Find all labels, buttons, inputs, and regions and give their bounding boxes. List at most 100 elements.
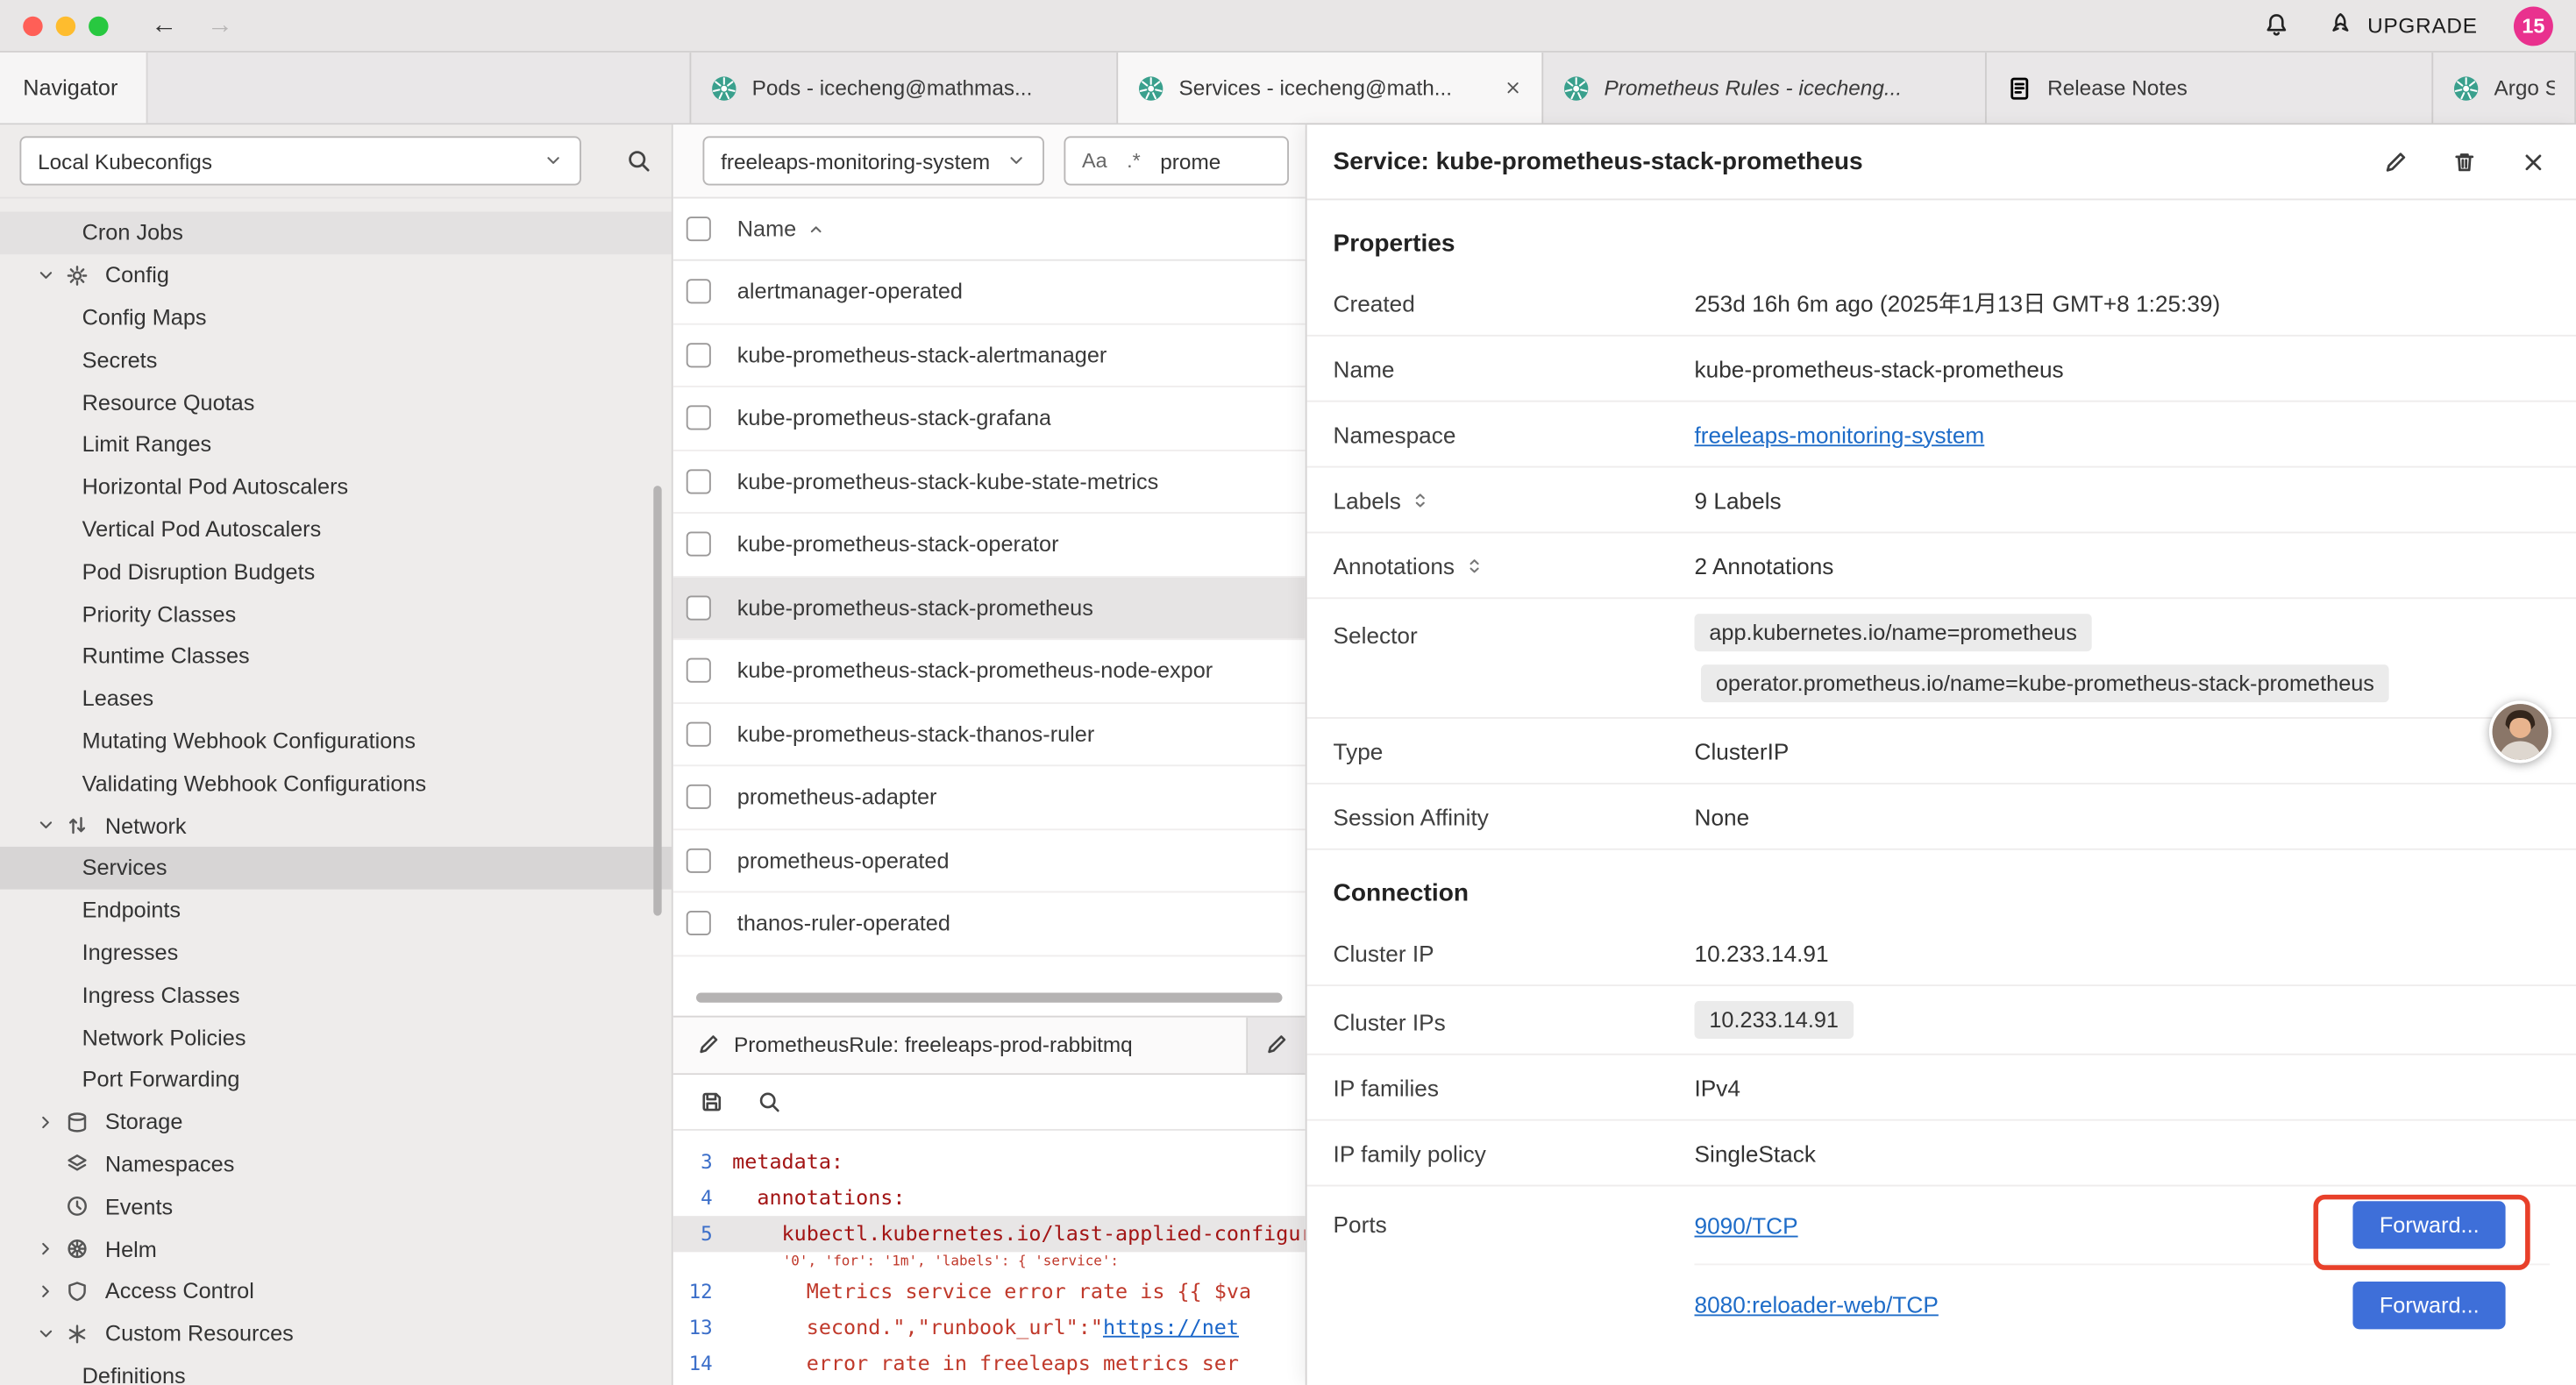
sidebar-item-leases[interactable]: Leases — [0, 678, 672, 720]
row-checkbox[interactable] — [687, 848, 711, 872]
select-all-checkbox[interactable] — [687, 217, 711, 241]
sidebar-item-ingresses[interactable]: Ingresses — [0, 931, 672, 973]
row-checkbox[interactable] — [687, 721, 711, 746]
editor-tab-partial[interactable] — [1248, 1017, 1306, 1073]
sidebar-item-vertical-pod-autoscalers[interactable]: Vertical Pod Autoscalers — [0, 508, 672, 550]
sidebar-item-helm[interactable]: Helm — [0, 1227, 672, 1269]
delete-trash-icon[interactable] — [2451, 148, 2478, 174]
match-case-toggle[interactable]: Aa — [1082, 149, 1107, 172]
table-row[interactable]: thanos-ruler-operated — [673, 892, 1306, 955]
sidebar-item-validating-webhook-configurations[interactable]: Validating Webhook Configurations — [0, 762, 672, 804]
sidebar-item-endpoints[interactable]: Endpoints — [0, 889, 672, 931]
forward-button[interactable]: → — [207, 12, 233, 39]
tab-prometheus-rules-icecheng[interactable]: Prometheus Rules - icecheng... — [1543, 53, 1987, 123]
row-checkbox[interactable] — [687, 532, 711, 557]
table-row[interactable]: kube-prometheus-stack-prometheus-node-ex… — [673, 640, 1306, 703]
navigator-panel-tab[interactable]: Navigator — [0, 53, 148, 123]
sidebar-item-ingress-classes[interactable]: Ingress Classes — [0, 974, 672, 1016]
sidebar-item-network-policies[interactable]: Network Policies — [0, 1016, 672, 1058]
port-link[interactable]: 9090/TCP — [1695, 1211, 1798, 1238]
row-checkbox[interactable] — [687, 595, 711, 620]
table-row[interactable]: alertmanager-operated — [673, 261, 1306, 324]
table-row[interactable]: kube-prometheus-stack-kube-state-metrics — [673, 451, 1306, 514]
section-heading: Connection — [1307, 850, 2576, 920]
service-search-input[interactable]: Aa .* prome — [1064, 136, 1289, 185]
row-checkbox[interactable] — [687, 280, 711, 304]
edit-pencil-icon[interactable] — [2382, 148, 2409, 174]
sidebar-item-pod-disruption-budgets[interactable]: Pod Disruption Budgets — [0, 550, 672, 593]
tab-release-notes[interactable]: Release Notes — [1987, 53, 2433, 123]
chevron-right-icon[interactable] — [36, 1282, 66, 1301]
close-tab-icon[interactable] — [1504, 79, 1522, 97]
notifications-bell-icon[interactable] — [2262, 11, 2290, 39]
forward-button[interactable]: Forward... — [2353, 1281, 2506, 1328]
sort-updown-icon[interactable] — [1464, 556, 1484, 575]
sidebar-scrollbar[interactable] — [653, 486, 661, 915]
regex-toggle[interactable]: .* — [1127, 149, 1141, 172]
table-row[interactable]: kube-prometheus-stack-prometheus — [673, 577, 1306, 640]
row-checkbox[interactable] — [687, 469, 711, 494]
tab-argo-se[interactable]: Argo Se — [2433, 53, 2576, 123]
sidebar-item-config-maps[interactable]: Config Maps — [0, 296, 672, 338]
sidebar-item-storage[interactable]: Storage — [0, 1101, 672, 1143]
sidebar-item-port-forwarding[interactable]: Port Forwarding — [0, 1058, 672, 1100]
sidebar-item-access-control[interactable]: Access Control — [0, 1270, 672, 1312]
sidebar-item-services[interactable]: Services — [0, 847, 672, 889]
sidebar-item-horizontal-pod-autoscalers[interactable]: Horizontal Pod Autoscalers — [0, 465, 672, 508]
row-checkbox[interactable] — [687, 911, 711, 935]
close-drawer-icon[interactable] — [2520, 148, 2546, 174]
table-row[interactable]: prometheus-adapter — [673, 766, 1306, 829]
table-row[interactable]: kube-prometheus-stack-thanos-ruler — [673, 703, 1306, 766]
horizontal-scrollbar[interactable] — [696, 992, 1283, 1002]
sidebar-item-mutating-webhook-configurations[interactable]: Mutating Webhook Configurations — [0, 720, 672, 762]
chevron-down-icon[interactable] — [36, 815, 66, 835]
sidebar-item-namespaces[interactable]: Namespaces — [0, 1143, 672, 1185]
back-button[interactable]: ← — [151, 12, 177, 39]
sidebar-item-config[interactable]: Config — [0, 254, 672, 296]
sidebar-item-limit-ranges[interactable]: Limit Ranges — [0, 423, 672, 465]
sidebar-item-definitions[interactable]: Definitions — [0, 1354, 672, 1385]
detail-value: app.kubernetes.io/name=prometheusoperato… — [1695, 614, 2576, 702]
tab-pods-icecheng-mathmas[interactable]: Pods - icecheng@mathmas... — [689, 53, 1118, 123]
sidebar-item-network[interactable]: Network — [0, 805, 672, 847]
row-checkbox[interactable] — [687, 785, 711, 809]
yaml-editor[interactable]: 3metadata:4 annotations:5 kubectl.kubern… — [673, 1130, 1306, 1385]
row-checkbox[interactable] — [687, 658, 711, 683]
sort-updown-icon[interactable] — [1411, 490, 1430, 509]
zoom-window-button[interactable] — [89, 16, 108, 35]
row-checkbox[interactable] — [687, 343, 711, 367]
editor-tab-prometheusrule[interactable]: PrometheusRule: freeleaps-prod-rabbitmq — [673, 1017, 1248, 1073]
sidebar-search-icon[interactable] — [625, 147, 651, 174]
sidebar-item-custom-resources[interactable]: Custom Resources — [0, 1312, 672, 1354]
minimize-window-button[interactable] — [56, 16, 75, 35]
forward-button[interactable]: Forward... — [2353, 1201, 2506, 1248]
close-window-button[interactable] — [23, 16, 42, 35]
sidebar-item-secrets[interactable]: Secrets — [0, 338, 672, 380]
name-column-header[interactable]: Name — [737, 217, 826, 241]
table-row[interactable]: prometheus-operated — [673, 829, 1306, 892]
table-row[interactable]: kube-prometheus-stack-alertmanager — [673, 324, 1306, 387]
sidebar-item-priority-classes[interactable]: Priority Classes — [0, 593, 672, 635]
sidebar-item-events[interactable]: Events — [0, 1185, 672, 1227]
sidebar-item-runtime-classes[interactable]: Runtime Classes — [0, 635, 672, 677]
chevron-right-icon[interactable] — [36, 1112, 66, 1132]
table-row[interactable]: kube-prometheus-stack-grafana — [673, 387, 1306, 451]
port-link[interactable]: 8080:reloader-web/TCP — [1695, 1291, 1939, 1318]
chevron-down-icon[interactable] — [36, 1324, 66, 1343]
detail-value: 9 Labels — [1695, 487, 2576, 513]
namespace-selector[interactable]: freeleaps-monitoring-system — [702, 136, 1044, 185]
chevron-right-icon[interactable] — [36, 1239, 66, 1258]
kubeconfig-selector[interactable]: Local Kubeconfigs — [19, 136, 580, 185]
upgrade-button[interactable]: UPGRADE — [2326, 11, 2477, 39]
namespace-link[interactable]: freeleaps-monitoring-system — [1695, 421, 1985, 447]
row-checkbox[interactable] — [687, 406, 711, 430]
chevron-down-icon[interactable] — [36, 266, 66, 285]
tab-services-icecheng-math[interactable]: Services - icecheng@math... — [1118, 53, 1543, 123]
user-avatar[interactable] — [2489, 700, 2551, 763]
notification-count-badge[interactable]: 15 — [2514, 6, 2553, 46]
search-icon[interactable] — [757, 1089, 781, 1113]
sidebar-item-cron-jobs[interactable]: Cron Jobs — [0, 211, 672, 253]
save-icon[interactable] — [700, 1089, 724, 1113]
table-row[interactable]: kube-prometheus-stack-operator — [673, 514, 1306, 577]
sidebar-item-resource-quotas[interactable]: Resource Quotas — [0, 381, 672, 423]
